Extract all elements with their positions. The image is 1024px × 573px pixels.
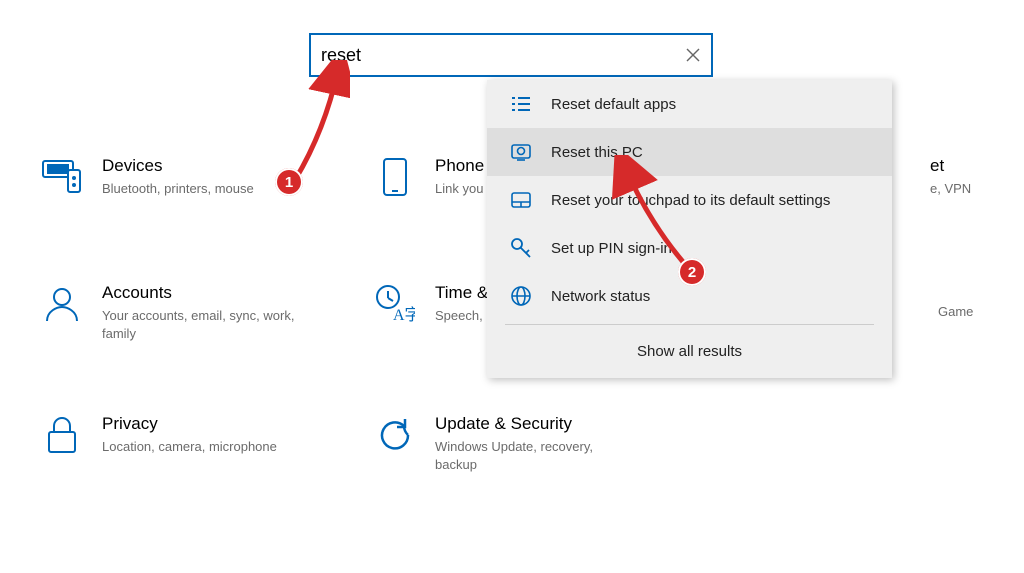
tile-update-security[interactable]: Update & Security Windows Update, recove… <box>373 413 635 474</box>
result-label: Network status <box>551 288 650 305</box>
tile-subtitle: Speech, <box>435 307 488 325</box>
tile-title: Accounts <box>102 282 302 304</box>
tile-accounts[interactable]: Accounts Your accounts, email, sync, wor… <box>40 282 302 343</box>
tile-gaming-partial[interactable]: Game <box>938 300 973 321</box>
result-label: Reset default apps <box>551 96 676 113</box>
clear-search-button[interactable] <box>675 35 711 75</box>
settings-search-box[interactable] <box>309 33 713 77</box>
recovery-icon <box>507 138 535 166</box>
list-icon <box>507 90 535 118</box>
touchpad-icon <box>507 186 535 214</box>
tile-subtitle: Location, camera, microphone <box>102 438 277 456</box>
tile-title: Phone <box>435 155 484 177</box>
devices-icon <box>40 155 84 199</box>
search-input[interactable] <box>311 35 675 75</box>
svg-text:A字: A字 <box>393 306 415 324</box>
privacy-icon <box>40 413 84 457</box>
network-icon <box>507 282 535 310</box>
update-icon <box>373 413 417 457</box>
tile-devices[interactable]: Devices Bluetooth, printers, mouse <box>40 155 254 199</box>
tile-phone[interactable]: Phone Link you <box>373 155 484 199</box>
tile-title: Time & <box>435 282 488 304</box>
accounts-icon <box>40 282 84 326</box>
tile-title: Update & Security <box>435 413 635 435</box>
result-label: Set up PIN sign-in <box>551 240 672 257</box>
tile-title: et <box>930 155 971 177</box>
result-reset-this-pc[interactable]: Reset this PC <box>487 128 892 176</box>
tile-subtitle: e, VPN <box>930 180 971 198</box>
result-reset-default-apps[interactable]: Reset default apps <box>487 80 892 128</box>
annotation-marker-1: 1 <box>275 168 303 196</box>
phone-icon <box>373 155 417 199</box>
tile-title: Privacy <box>102 413 277 435</box>
tile-title: Devices <box>102 155 254 177</box>
tile-subtitle: Windows Update, recovery, backup <box>435 438 635 474</box>
result-label: Reset your touchpad to its default setti… <box>551 192 830 209</box>
tile-subtitle: Game <box>938 303 973 321</box>
tile-network-partial[interactable]: et e, VPN <box>930 155 971 198</box>
result-reset-touchpad[interactable]: Reset your touchpad to its default setti… <box>487 176 892 224</box>
time-language-icon: A字 <box>373 282 417 326</box>
tile-subtitle: Link you <box>435 180 484 198</box>
tile-privacy[interactable]: Privacy Location, camera, microphone <box>40 413 277 457</box>
show-all-results[interactable]: Show all results <box>487 325 892 378</box>
annotation-marker-2: 2 <box>678 258 706 286</box>
tile-time-language[interactable]: A字 Time & Speech, <box>373 282 488 326</box>
close-icon <box>686 48 700 62</box>
key-icon <box>507 234 535 262</box>
tile-subtitle: Your accounts, email, sync, work, family <box>102 307 302 343</box>
tile-subtitle: Bluetooth, printers, mouse <box>102 180 254 198</box>
search-results-panel: Reset default apps Reset this PC Reset y… <box>487 80 892 378</box>
result-label: Reset this PC <box>551 144 643 161</box>
